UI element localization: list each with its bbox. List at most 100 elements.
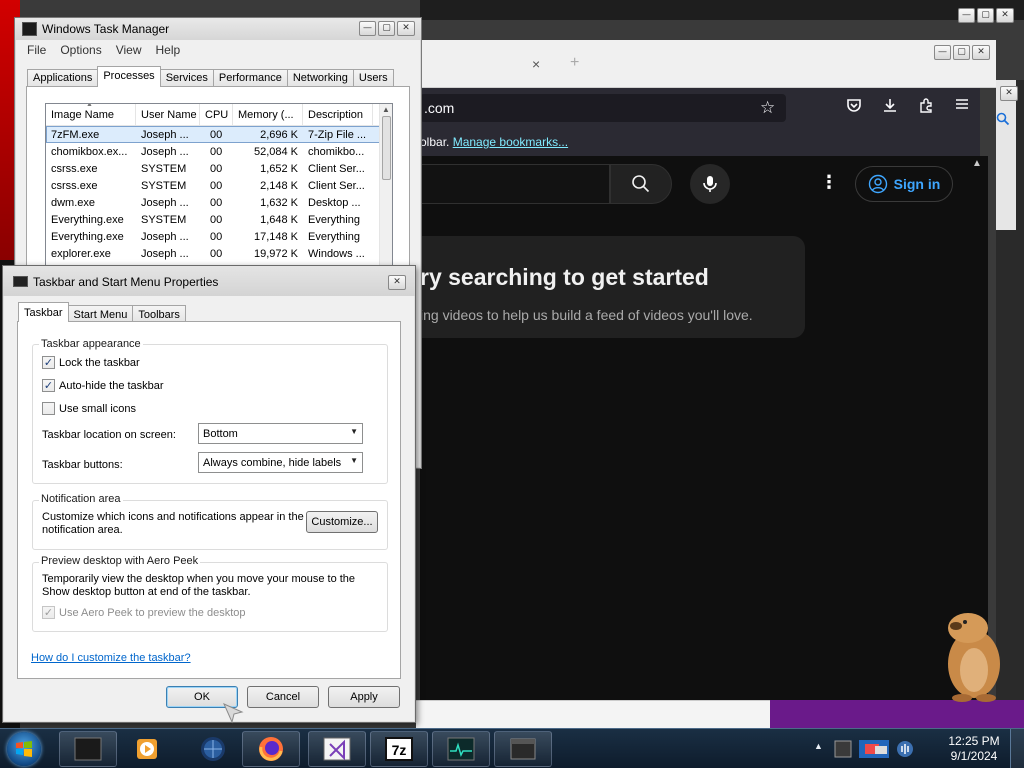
bookmark-star-icon[interactable]: ☆	[760, 98, 775, 118]
tray-app-icon[interactable]	[832, 738, 854, 760]
help-link[interactable]: How do I customize the taskbar?	[31, 652, 191, 664]
youtube-search-button[interactable]	[610, 164, 672, 204]
maximize-button[interactable]: ▢	[953, 45, 970, 60]
tray-volume-icon[interactable]	[894, 738, 916, 760]
tab-taskbar[interactable]: Taskbar	[18, 302, 69, 322]
column-description[interactable]: Description	[303, 104, 373, 126]
cancel-button[interactable]: Cancel	[247, 686, 319, 708]
tab-toolbars[interactable]: Toolbars	[132, 305, 186, 322]
extensions-icon[interactable]	[918, 97, 934, 117]
caption-buttons: — ▢ ✕	[357, 21, 415, 36]
apply-button[interactable]: Apply	[328, 686, 400, 708]
cell-cpu: 00	[210, 163, 223, 175]
column-image-name[interactable]: ▲ Image Name	[46, 104, 136, 126]
bookmarks-hint: olbar.	[420, 135, 450, 149]
cell-image-name: dwm.exe	[51, 197, 96, 209]
side-panel-search-icon[interactable]	[996, 112, 1010, 129]
taskbar-item-visual-studio[interactable]	[308, 731, 366, 767]
tab-applications[interactable]: Applications	[27, 69, 99, 87]
tab-close-icon[interactable]: ×	[532, 56, 540, 72]
menu-view[interactable]: View	[116, 43, 142, 60]
autohide-taskbar-option[interactable]: ✓ Auto-hide the taskbar	[42, 379, 164, 392]
table-row[interactable]: explorer.exe Joseph ... 00 19,972 K Windows …	[46, 245, 392, 262]
table-row[interactable]: csrss.exe SYSTEM 00 2,148 K Client Ser...	[46, 177, 392, 194]
show-hidden-icons-icon[interactable]: ▲	[814, 741, 823, 751]
manage-bookmarks-link[interactable]: Manage bookmarks...	[453, 135, 568, 149]
taskbar-item-dark-window[interactable]	[59, 731, 117, 767]
more-options-icon[interactable]: ⋮	[820, 172, 838, 193]
menu-hamburger-icon[interactable]	[955, 97, 969, 115]
sign-in-button[interactable]: Sign in	[855, 166, 953, 202]
table-row[interactable]: dwm.exe Joseph ... 00 1,632 K Desktop ...	[46, 194, 392, 211]
close-button[interactable]: ✕	[388, 275, 406, 290]
minimize-button[interactable]: —	[958, 8, 975, 23]
sort-ascending-icon: ▲	[86, 104, 93, 108]
microphone-icon	[703, 176, 717, 192]
youtube-search-input[interactable]	[420, 164, 610, 204]
side-panel-close-button[interactable]: ✕	[1000, 86, 1018, 101]
tab-start-menu[interactable]: Start Menu	[67, 305, 134, 322]
tab-processes[interactable]: Processes	[97, 66, 161, 87]
scroll-up-icon[interactable]: ▲	[972, 158, 982, 169]
start-button[interactable]	[7, 732, 41, 766]
taskbar-item-media-player[interactable]	[118, 731, 176, 767]
taskbar-item-firefox[interactable]	[242, 731, 300, 767]
column-user-name[interactable]: User Name	[136, 104, 200, 126]
tray-network-icon[interactable]	[857, 738, 891, 760]
minimize-button[interactable]: —	[934, 45, 951, 60]
close-button[interactable]: ✕	[996, 8, 1014, 23]
taskbar-item-window[interactable]	[494, 731, 552, 767]
new-tab-icon[interactable]: +	[570, 54, 579, 72]
taskbar-clock[interactable]: 12:25 PM 9/1/2024	[944, 734, 1004, 764]
minimize-button[interactable]: —	[359, 21, 376, 36]
dialog-titlebar[interactable]: Taskbar and Start Menu Properties ✕	[3, 266, 415, 296]
small-icons-option[interactable]: Use small icons	[42, 402, 136, 415]
column-memory[interactable]: Memory (...	[233, 104, 303, 126]
menu-options[interactable]: Options	[60, 43, 101, 60]
window-bottom-strip	[416, 700, 770, 728]
window-title: Windows Task Manager	[42, 22, 170, 36]
group-title-aero-peek: Preview desktop with Aero Peek	[39, 555, 201, 567]
tab-networking[interactable]: Networking	[286, 69, 354, 87]
lock-taskbar-checkbox[interactable]: ✓	[42, 356, 55, 369]
table-row[interactable]: csrss.exe SYSTEM 00 1,652 K Client Ser...	[46, 160, 392, 177]
customize-button[interactable]: Customize...	[306, 511, 378, 533]
taskbar-location-select[interactable]: Bottom ▼	[198, 423, 363, 444]
menu-file[interactable]: File	[27, 43, 46, 60]
column-cpu[interactable]: CPU	[200, 104, 233, 126]
small-icons-checkbox[interactable]	[42, 402, 55, 415]
show-desktop-button[interactable]	[1010, 729, 1024, 768]
aero-peek-checkbox: ✓	[42, 606, 55, 619]
lock-taskbar-option[interactable]: ✓ Lock the taskbar	[42, 356, 140, 369]
taskbar-buttons-select[interactable]: Always combine, hide labels ▼	[198, 452, 363, 473]
address-bar[interactable]: .com ☆	[420, 94, 786, 122]
pocket-icon[interactable]	[846, 97, 862, 117]
tab-users[interactable]: Users	[352, 69, 394, 87]
tab-performance[interactable]: Performance	[212, 69, 288, 87]
table-row[interactable]: 7zFM.exe Joseph ... 00 2,696 K 7-Zip File ..…	[46, 126, 392, 143]
table-row[interactable]: chomikbox.ex... Joseph ... 00 52,084 K chomi…	[46, 143, 392, 160]
table-row[interactable]: Everything.exe Joseph ... 00 17,148 K Everyt…	[46, 228, 392, 245]
vpn-globe-icon	[201, 737, 225, 761]
taskbar-item-7zip[interactable]: 7z	[370, 731, 428, 767]
table-row[interactable]: Everything.exe SYSTEM 00 1,648 K Everything	[46, 211, 392, 228]
menu-help[interactable]: Help	[156, 43, 181, 60]
maximize-button[interactable]: ▢	[977, 8, 994, 23]
scroll-up-icon[interactable]: ▲	[382, 105, 390, 114]
dropdown-arrow-icon: ▼	[350, 456, 358, 465]
cell-cpu: 00	[210, 180, 223, 192]
lock-taskbar-label: Lock the taskbar	[59, 356, 140, 369]
empty-feed-subtext: ing videos to help us build a feed of vi…	[420, 307, 753, 323]
close-button[interactable]: ✕	[397, 21, 415, 36]
scrollbar-thumb[interactable]	[382, 116, 391, 180]
autohide-taskbar-checkbox[interactable]: ✓	[42, 379, 55, 392]
downloads-icon[interactable]	[882, 97, 898, 117]
voice-search-button[interactable]	[690, 164, 730, 204]
cell-memory: 17,148 K	[253, 231, 298, 243]
taskbar-item-vpn[interactable]	[184, 731, 242, 767]
taskbar-item-resource-monitor[interactable]	[432, 731, 490, 767]
task-manager-titlebar[interactable]: Windows Task Manager — ▢ ✕	[15, 18, 421, 40]
tab-services[interactable]: Services	[159, 69, 214, 87]
close-button[interactable]: ✕	[972, 45, 990, 60]
maximize-button[interactable]: ▢	[378, 21, 395, 36]
